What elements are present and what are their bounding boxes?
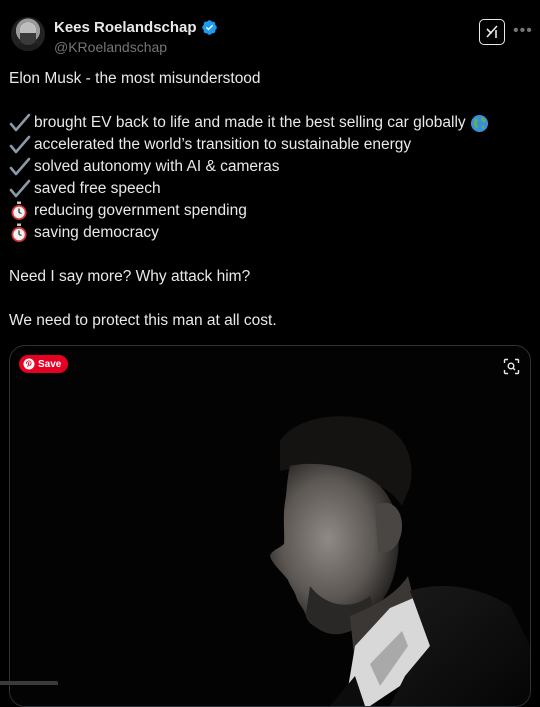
list-item: saved free speech	[9, 178, 531, 200]
tweet-question: Need I say more? Why attack him?	[9, 268, 251, 285]
check-mark-icon	[9, 157, 31, 176]
list-item-text: saving democracy	[34, 224, 159, 241]
author-name-row[interactable]: Kees Roelandschap	[54, 19, 218, 36]
media-image[interactable]: Save	[9, 345, 531, 707]
portrait-photo	[10, 346, 530, 706]
check-mark-icon	[9, 135, 31, 154]
stopwatch-icon	[11, 223, 27, 242]
tweet-closing: We need to protect this man at all cost.	[9, 312, 277, 329]
scrollbar[interactable]	[0, 681, 58, 685]
tweet-text: Elon Musk - the most misunderstood broug…	[9, 68, 531, 332]
check-mark-icon	[9, 113, 31, 132]
visual-search-icon[interactable]	[503, 358, 520, 375]
check-mark-icon	[9, 179, 31, 198]
list-item: accelerated the world’s transition to su…	[9, 134, 531, 156]
stopwatch-icon	[11, 201, 27, 220]
list-item-text: brought EV back to life and made it the …	[34, 114, 466, 131]
save-label: Save	[38, 358, 62, 370]
list-item-text: solved autonomy with AI & cameras	[34, 158, 280, 175]
list-item: solved autonomy with AI & cameras	[9, 156, 531, 178]
author-handle[interactable]: @KRoelandschap	[54, 39, 167, 55]
grok-icon	[486, 25, 498, 38]
tweet-title: Elon Musk - the most misunderstood	[9, 70, 261, 87]
tweet-header: Kees Roelandschap @KRoelandschap •••	[0, 0, 540, 64]
list-item-text: accelerated the world’s transition to su…	[34, 136, 412, 153]
grok-button[interactable]	[479, 19, 505, 45]
verified-badge-icon	[201, 20, 217, 35]
list-item-text: saved free speech	[34, 180, 161, 197]
list-item: brought EV back to life and made it the …	[9, 112, 531, 134]
more-options-icon[interactable]: •••	[513, 22, 532, 40]
list-item: reducing government spending	[9, 200, 531, 222]
avatar[interactable]	[11, 17, 45, 51]
pinterest-icon	[23, 358, 35, 370]
pinterest-save-button[interactable]: Save	[19, 355, 69, 373]
author-name[interactable]: Kees Roelandschap	[54, 19, 197, 36]
list-item: saving democracy	[9, 222, 531, 244]
list-item-text: reducing government spending	[34, 202, 247, 219]
globe-icon	[470, 114, 488, 132]
